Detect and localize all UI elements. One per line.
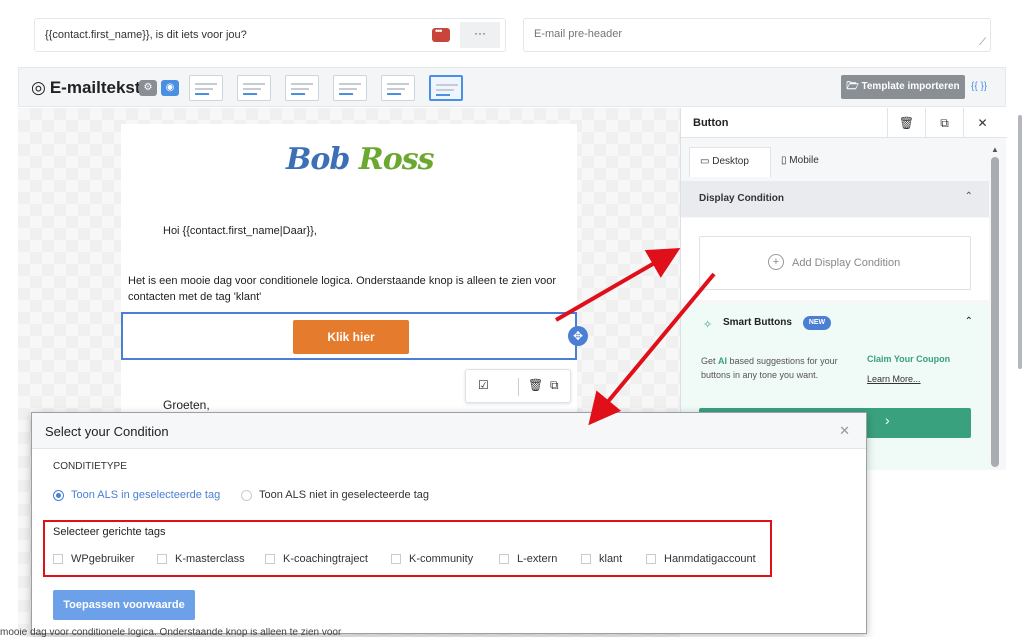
import-template-button[interactable]: 🗁 Template importeren (841, 75, 965, 99)
trash-icon[interactable]: 🗑 (887, 108, 925, 138)
tab-mobile-label: Mobile (789, 155, 819, 166)
mobile-icon: ▯ (781, 155, 787, 166)
personalize-icon[interactable] (432, 26, 450, 42)
button-block[interactable]: Klik hier (121, 312, 577, 360)
desktop-icon: ▭ (700, 156, 710, 167)
tab-desktop-label: Desktop (712, 156, 749, 167)
desc-ai: AI (718, 356, 728, 366)
move-icon[interactable]: ✥ (568, 326, 588, 346)
editor-bar: ◎ E-mailtekst ⚙ ◉ 🗁 Template importeren {… (18, 67, 1006, 107)
display-condition-label: Display Condition (699, 193, 784, 204)
preview-icon[interactable]: ◉ (161, 80, 179, 96)
merge-tags-button[interactable]: {{ }} (971, 81, 987, 92)
new-badge: NEW (803, 316, 831, 330)
tag-checkbox[interactable] (646, 554, 656, 564)
more-button[interactable]: ··· (460, 22, 500, 48)
tag-checkbox[interactable] (53, 554, 63, 564)
import-template-label: Template importeren (861, 81, 960, 92)
tag-label[interactable]: K-coachingtraject (283, 553, 368, 565)
background-text: mooie dag voor conditionele logica. Onde… (0, 628, 342, 637)
tab-desktop[interactable]: ▭ Desktop (689, 147, 771, 177)
body-paragraph[interactable]: Het is een mooie dag voor conditionele l… (128, 273, 568, 305)
desc-prefix: Get (701, 356, 719, 366)
editor-title-text: E-mailtekst (49, 78, 141, 97)
display-condition-body: + Add Display Condition (681, 218, 989, 300)
settings-icon[interactable]: ⚙ (139, 80, 157, 96)
radio-in-tag-label[interactable]: Toon ALS in geselecteerde tag (71, 489, 220, 501)
panel-title: Button (693, 117, 729, 129)
scroll-thumb[interactable] (991, 157, 999, 467)
plus-icon: + (768, 254, 784, 270)
logo[interactable]: Bob Ross (286, 142, 435, 177)
closing-text[interactable]: Groeten, (163, 398, 210, 412)
preheader-field[interactable]: ⟋ (523, 18, 991, 52)
display-condition-header[interactable]: Display Condition ⌃ (681, 181, 989, 217)
smart-buttons-title: Smart Buttons (723, 317, 792, 328)
checkbox-icon[interactable]: ☑ (478, 378, 489, 392)
block-toolbar: ☑ 🗑 ⧉ (465, 369, 571, 403)
email-icon: ◎ (31, 78, 46, 97)
scroll-up-icon[interactable]: ▲ (991, 145, 999, 154)
subject-text[interactable]: {{contact.first_name}}, is dit iets voor… (45, 29, 247, 41)
tag-checkbox[interactable] (391, 554, 401, 564)
chevron-up-icon: ⌃ (964, 191, 973, 202)
template-thumb-1[interactable] (189, 75, 223, 101)
radio-not-in-tag[interactable] (241, 490, 252, 501)
cta-button[interactable]: Klik hier (293, 320, 409, 354)
resize-grip-icon[interactable]: ⟋ (979, 37, 986, 48)
sparkle-icon: ✧ (703, 319, 713, 331)
page-scrollbar[interactable] (1018, 115, 1022, 369)
tags-heading: Selecteer gerichte tags (53, 526, 166, 538)
tag-label[interactable]: Hanmdatigaccount (664, 553, 756, 565)
add-display-condition-button[interactable]: + Add Display Condition (699, 236, 971, 290)
apply-condition-button[interactable]: Toepassen voorwaarde (53, 590, 195, 620)
logo-first: Bob (286, 142, 350, 177)
tag-checkbox[interactable] (581, 554, 591, 564)
condition-type-label: CONDITIETYPE (53, 461, 127, 472)
tag-label[interactable]: K-community (409, 553, 473, 565)
device-tabs: ▭ Desktop ▯ Mobile (681, 139, 989, 179)
radio-in-tag[interactable] (53, 490, 64, 501)
modal-header: Select your Condition ✕ (32, 413, 866, 449)
toolbar-divider (518, 378, 519, 396)
panel-scrollbar[interactable]: ▲ (990, 145, 1000, 467)
greeting-text[interactable]: Hoi {{contact.first_name|Daar}}, (163, 225, 317, 237)
close-icon[interactable]: ✕ (963, 108, 1001, 138)
editor-title: ◎ E-mailtekst (31, 78, 141, 98)
claim-coupon-link[interactable]: Claim Your Coupon (867, 354, 950, 364)
condition-modal: Select your Condition ✕ CONDITIETYPE Too… (31, 412, 867, 634)
tag-label[interactable]: L-extern (517, 553, 557, 565)
chevron-up-icon[interactable]: ⌃ (965, 316, 973, 327)
panel-header: Button 🗑 ⧉ ✕ (681, 108, 1007, 138)
tag-checkbox[interactable] (157, 554, 167, 564)
smart-buttons-desc: Get AI based suggestions for your button… (701, 354, 861, 382)
logo-second: Ross (358, 142, 435, 177)
template-thumb-4[interactable] (333, 75, 367, 101)
tag-checkbox[interactable] (499, 554, 509, 564)
template-thumb-3[interactable] (285, 75, 319, 101)
tag-label[interactable]: WPgebruiker (71, 553, 135, 565)
learn-more-link[interactable]: Learn More... (867, 374, 921, 384)
tab-mobile[interactable]: ▯ Mobile (771, 147, 819, 177)
close-icon[interactable]: ✕ (839, 423, 850, 439)
template-thumb-2[interactable] (237, 75, 271, 101)
template-thumb-6[interactable] (429, 75, 463, 101)
top-bar: {{contact.first_name}}, is dit iets voor… (0, 0, 1024, 66)
tag-label[interactable]: K-masterclass (175, 553, 245, 565)
tag-checkbox[interactable] (265, 554, 275, 564)
modal-title: Select your Condition (45, 424, 169, 439)
delete-icon[interactable]: 🗑 (528, 378, 543, 392)
duplicate-icon[interactable]: ⧉ (550, 378, 559, 393)
radio-not-in-tag-label[interactable]: Toon ALS niet in geselecteerde tag (259, 489, 429, 501)
add-condition-label: Add Display Condition (792, 257, 901, 269)
tag-label[interactable]: klant (599, 553, 622, 565)
copy-icon[interactable]: ⧉ (925, 108, 963, 138)
preheader-input[interactable] (534, 28, 834, 40)
template-thumb-5[interactable] (381, 75, 415, 101)
